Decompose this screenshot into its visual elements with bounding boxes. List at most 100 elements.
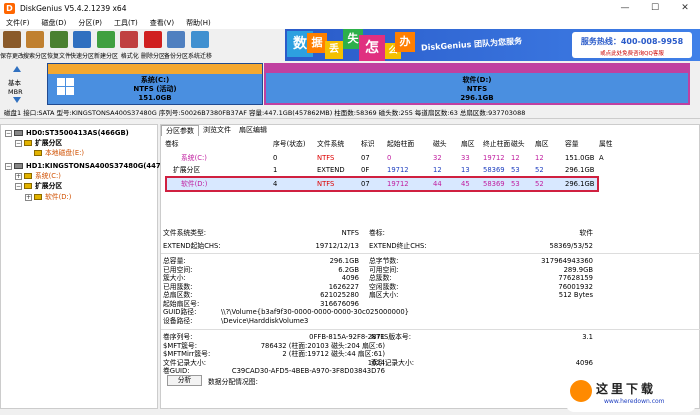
disk-type-label: 基本 MBR [8, 79, 38, 97]
close-button[interactable]: ✕ [670, 0, 700, 16]
menu-tools[interactable]: 工具(T) [108, 18, 144, 28]
detail-value: 2 (柱面:19712 磁头:44 扇区:61) [282, 350, 385, 358]
detail-value: 76001932 [558, 282, 593, 291]
partition-block-d[interactable]: 软件(D:) NTFS 296.1GB [264, 63, 690, 105]
table-cell: 45 [461, 180, 470, 188]
menu-bar: 文件(F) 磁盘(D) 分区(P) 工具(T) 查看(V) 帮助(H) [0, 16, 700, 29]
watermark-text: 这里下载 [596, 382, 657, 396]
toolbar-label: 系统迁移 [187, 52, 212, 60]
tree-partition-node[interactable]: − 扩展分区 [15, 138, 62, 148]
detail-value: 621025280 [320, 291, 359, 299]
disk-icon [14, 130, 23, 136]
tree-disk-node[interactable]: − HD0:ST3500413AS(466GB) [5, 128, 129, 138]
column-header[interactable]: 磁头 [433, 138, 447, 151]
banner-word: 办 [395, 32, 415, 52]
column-header[interactable]: 扇区 [461, 138, 475, 151]
menu-partition[interactable]: 分区(P) [72, 18, 108, 28]
table-cell: 1 [273, 166, 278, 174]
tree-partition-node[interactable]: + 软件(D:) [25, 192, 71, 202]
toolbar-label: 新建分区 [93, 52, 118, 60]
toolbar-icon [167, 31, 186, 48]
window-title: DiskGenius V5.4.2.1239 x64 [20, 3, 127, 13]
detail-label: GUID路径: [163, 308, 197, 316]
prev-disk-icon[interactable] [13, 66, 21, 72]
banner-phone: 服务热线：400-008-9958 [580, 37, 684, 46]
detail-value: 软件 [579, 229, 593, 237]
banner-tagline: DiskGenius 团队为您服务 [420, 36, 523, 53]
column-header[interactable]: 磁头 [511, 138, 525, 151]
partition-d-name: 软件(D:) [462, 76, 492, 84]
toolbar-icon [96, 31, 115, 48]
detail-label: 已用空间: [163, 265, 193, 274]
watermark-logo-icon [570, 380, 592, 402]
tree-node-label: HD0:ST3500413AS(466GB) [26, 129, 129, 137]
column-header[interactable]: 扇区 [535, 138, 549, 151]
next-disk-icon[interactable] [13, 97, 21, 103]
disk-tree: − HD0:ST3500413AS(466GB) − 扩展分区 本地磁盘(E:) − HD1… [0, 124, 174, 409]
partition-d-fs: NTFS [466, 85, 488, 93]
partition-table: 卷标 序号(状态) 文件系统 标识 起始柱面 磁头 扇区 终止柱面 磁头 扇区 容量 属性 系统(C:)… [161, 138, 700, 233]
tree-partition-node[interactable]: 本地磁盘(E:) [25, 148, 84, 158]
tree-partition-node[interactable]: − 扩展分区 [15, 181, 62, 191]
tab-browse-files[interactable]: 浏览文件 [199, 125, 235, 136]
table-cell: 0F [361, 166, 370, 174]
tab-sector-editor[interactable]: 扇区编辑 [235, 125, 271, 136]
menu-view[interactable]: 查看(V) [144, 18, 180, 28]
toolbar-button[interactable]: 快速分区 [70, 29, 94, 61]
menu-disk[interactable]: 磁盘(D) [36, 18, 73, 28]
toolbar-button[interactable]: 格式化 [118, 29, 142, 61]
column-header[interactable]: 起始柱面 [387, 138, 414, 151]
detail-label: EXTEND终止CHS: [369, 242, 427, 250]
detail-label: 文件系统类型: [163, 229, 207, 237]
partition-block-c[interactable]: 系统(C:) NTFS (活动) 151.0GB [47, 63, 263, 105]
toolbar-button[interactable]: 备份分区 [164, 29, 189, 61]
collapse-icon[interactable]: − [5, 162, 12, 170]
minimize-button[interactable]: — [610, 0, 640, 16]
banner-qq: 或点此处免费咨询QQ客服 [600, 51, 664, 57]
title-bar: D DiskGenius V5.4.2.1239 x64 — ☐ ✕ [0, 0, 700, 16]
table-cell: 07 [361, 180, 370, 188]
tree-node-label: HD1:KINGSTONSA400S37480G(447GB) [26, 162, 175, 170]
menu-help[interactable]: 帮助(H) [180, 18, 217, 28]
maximize-button[interactable]: ☐ [640, 0, 670, 16]
toolbar-button[interactable]: 搜索分区 [23, 29, 47, 61]
table-row[interactable]: 软件(D:) 4 NTFS 07 19712 44 45 58369 53 52 296.1GB [161, 178, 700, 191]
partition-stripe [48, 64, 262, 74]
collapse-icon[interactable]: − [15, 182, 22, 190]
column-header[interactable]: 序号(状态) [273, 138, 306, 151]
banner-word: 据 [307, 33, 327, 53]
column-header[interactable]: 容量 [565, 138, 579, 151]
toolbar-button[interactable]: 保存更改 [0, 29, 24, 61]
menu-file[interactable]: 文件(F) [0, 18, 36, 28]
toolbar-button[interactable]: 恢复文件 [47, 29, 71, 61]
toolbar-button[interactable]: 删除分区 [141, 29, 165, 61]
tab-partition-params[interactable]: 分区参数 [161, 125, 199, 136]
collapse-icon[interactable]: − [5, 129, 12, 137]
column-header[interactable]: 文件系统 [317, 138, 344, 151]
table-cell: 58369 [483, 180, 505, 188]
detail-label: 索引记录大小: [371, 358, 415, 367]
promo-banner[interactable]: 数 据 丢 失 怎 么 办 DiskGenius 团队为您服务 服务热线：400… [285, 29, 700, 61]
analyze-button[interactable]: 分析 [167, 375, 202, 386]
collapse-icon[interactable]: − [15, 139, 22, 147]
column-header[interactable]: 卷标 [165, 138, 179, 151]
tree-node-label: 扩展分区 [35, 139, 63, 147]
window-controls: — ☐ ✕ [610, 0, 700, 16]
partition-label: 扩展分区 [173, 166, 201, 174]
column-header[interactable]: 属性 [599, 138, 613, 151]
column-header[interactable]: 标识 [361, 138, 375, 151]
partition-icon [34, 194, 42, 200]
toolbar-icon [190, 31, 209, 48]
partition-c-size: 151.0GB [138, 94, 172, 102]
toolbar-button[interactable]: 系统迁移 [188, 29, 212, 61]
toolbar-button[interactable]: 新建分区 [94, 29, 118, 61]
tree-disk-node[interactable]: − HD1:KINGSTONSA400S37480G(447GB) [5, 161, 174, 171]
detail-value: 3.1 [582, 333, 593, 341]
detail-label: 空闲簇数: [369, 282, 399, 291]
table-row[interactable]: 扩展分区 1 EXTEND 0F 19712 12 13 58369 53 52 296.1GB [161, 164, 700, 177]
expand-icon[interactable]: + [15, 172, 22, 180]
tree-partition-node[interactable]: + 系统(C:) [15, 171, 61, 181]
toolbar-label: 备份分区 [164, 52, 189, 60]
column-header[interactable]: 终止柱面 [483, 138, 510, 151]
expand-icon[interactable]: + [25, 193, 32, 201]
